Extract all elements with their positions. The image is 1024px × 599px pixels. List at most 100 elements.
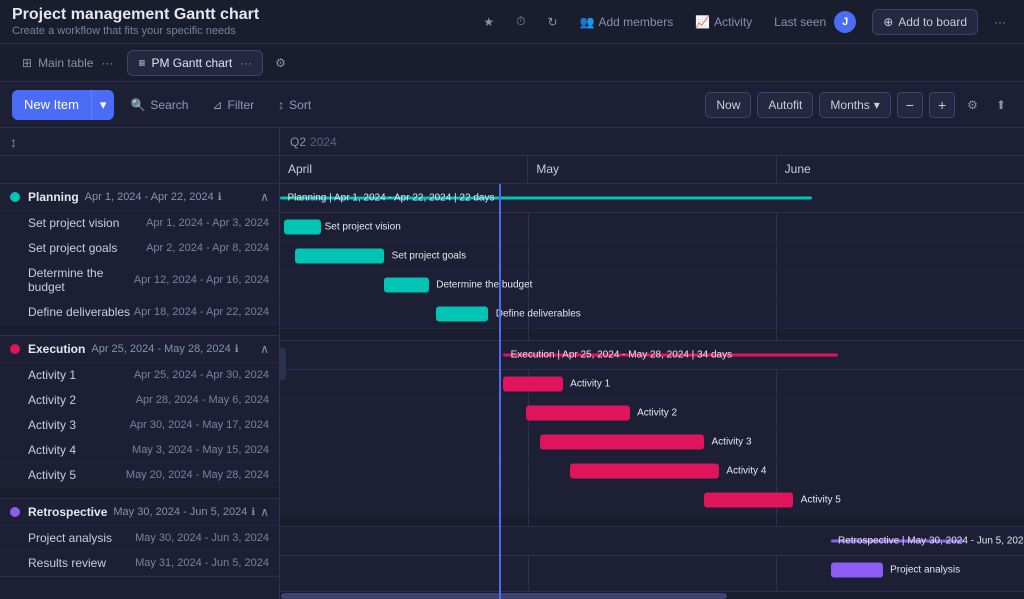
planning-task-3-label: Determine the budget xyxy=(436,280,532,291)
planning-chevron-icon[interactable]: ∧ xyxy=(260,190,269,204)
execution-task-5-row: Activity 5 xyxy=(280,486,1024,515)
execution-task-4-row: Activity 4 xyxy=(280,457,1024,486)
month-april: April xyxy=(280,156,528,183)
pm-gantt-icon: ≡ xyxy=(138,56,145,70)
pm-gantt-dots[interactable]: ··· xyxy=(240,56,252,70)
execution-spacer xyxy=(280,515,1024,527)
collapse-all-icon[interactable]: ↕ xyxy=(10,134,17,150)
planning-task-1-bar[interactable] xyxy=(284,220,321,235)
execution-task-3-bar[interactable] xyxy=(540,435,704,450)
add-members-button[interactable]: 👥 Add members xyxy=(574,11,680,33)
retrospective-task-1-bar[interactable] xyxy=(831,563,883,578)
month-june: June xyxy=(777,156,1024,183)
planning-spacer xyxy=(280,329,1024,341)
activity-icon: 📈 xyxy=(695,15,710,29)
execution-task-5-label: Activity 5 xyxy=(801,495,841,506)
pm-gantt-label: PM Gantt chart xyxy=(151,56,232,70)
task-determine-budget: Determine the budget Apr 12, 2024 - Apr … xyxy=(0,261,279,300)
task-activity-5: Activity 5 May 20, 2024 - May 28, 2024 xyxy=(0,463,279,488)
execution-task-5-bar[interactable] xyxy=(704,493,793,508)
top-bar-right: ★ ⏱ ↻ 👥 Add members 📈 Activity Last seen… xyxy=(477,7,1012,37)
task-dates: Apr 1, 2024 - Apr 3, 2024 xyxy=(146,217,269,229)
execution-group-bar-row: Execution | Apr 25, 2024 - May 28, 2024 … xyxy=(280,341,1024,370)
filter-button[interactable]: ⊿ Filter xyxy=(204,93,262,117)
planning-task-2-bar[interactable] xyxy=(295,249,384,264)
retrospective-task-1-row: Project analysis xyxy=(280,556,1024,585)
task-dates: May 31, 2024 - Jun 5, 2024 xyxy=(135,557,269,569)
zoom-out-button[interactable]: − xyxy=(897,92,923,118)
group-retrospective: Retrospective May 30, 2024 - Jun 5, 2024… xyxy=(0,499,279,577)
more-options-button[interactable]: ··· xyxy=(988,11,1012,33)
execution-task-2-bar[interactable] xyxy=(526,406,630,421)
task-name: Project analysis xyxy=(28,531,135,545)
task-dates: May 20, 2024 - May 28, 2024 xyxy=(126,469,269,481)
execution-chevron-icon[interactable]: ∧ xyxy=(260,342,269,356)
gantt-body: Planning | Apr 1, 2024 - Apr 22, 2024 | … xyxy=(280,184,1024,599)
scrollbar-thumb[interactable] xyxy=(281,593,727,599)
task-activity-1: Activity 1 Apr 25, 2024 - Apr 30, 2024 xyxy=(0,363,279,388)
search-button[interactable]: 🔍 Search xyxy=(122,93,196,117)
planning-task-4-bar[interactable] xyxy=(436,307,488,322)
execution-dot xyxy=(10,344,20,354)
planning-dates: Apr 1, 2024 - Apr 22, 2024 xyxy=(85,191,214,203)
toolbar-left: New Item ▾ 🔍 Search ⊿ Filter ↕ Sort xyxy=(12,90,319,120)
new-item-label[interactable]: New Item xyxy=(12,90,91,119)
panel-collapse-button[interactable]: ‹ xyxy=(280,348,286,380)
group-planning: Planning Apr 1, 2024 - Apr 22, 2024 ℹ ∧ … xyxy=(0,184,279,336)
task-activity-3: Activity 3 Apr 30, 2024 - May 17, 2024 xyxy=(0,413,279,438)
task-name: Determine the budget xyxy=(28,266,134,294)
sort-icon: ↕ xyxy=(278,98,284,112)
timer-button[interactable]: ⏱ xyxy=(510,10,531,33)
execution-task-1-bar[interactable] xyxy=(503,377,563,392)
task-name: Activity 4 xyxy=(28,443,132,457)
new-item-button[interactable]: New Item ▾ xyxy=(12,90,114,120)
task-name: Activity 3 xyxy=(28,418,130,432)
group-execution-row[interactable]: Execution Apr 25, 2024 - May 28, 2024 ℹ … xyxy=(0,336,279,363)
task-dates: Apr 12, 2024 - Apr 16, 2024 xyxy=(134,274,269,286)
month-may: May xyxy=(528,156,776,183)
tab-main-table[interactable]: ⊞ Main table ··· xyxy=(12,51,123,75)
add-to-board-button[interactable]: ⊕ Add to board xyxy=(872,9,978,35)
task-name: Set project goals xyxy=(28,241,146,255)
execution-group-bar-label: Execution | Apr 25, 2024 - May 28, 2024 … xyxy=(511,350,732,361)
group-planning-row[interactable]: Planning Apr 1, 2024 - Apr 22, 2024 ℹ ∧ xyxy=(0,184,279,211)
task-activity-4: Activity 4 May 3, 2024 - May 15, 2024 xyxy=(0,438,279,463)
planning-task-2-label: Set project goals xyxy=(392,251,467,262)
scrollbar-track[interactable] xyxy=(280,591,1024,599)
activity-button[interactable]: 📈 Activity xyxy=(689,11,758,33)
title-area: Project management Gantt chart Create a … xyxy=(12,6,259,37)
today-line xyxy=(499,184,501,599)
now-button[interactable]: Now xyxy=(705,92,751,118)
retrospective-chevron-icon[interactable]: ∧ xyxy=(260,505,269,519)
star-button[interactable]: ★ xyxy=(477,11,500,33)
execution-task-4-bar[interactable] xyxy=(570,464,719,479)
gantt-settings-button[interactable]: ⚙ xyxy=(961,94,984,116)
avatar: J xyxy=(834,11,856,33)
export-button[interactable]: ⬆ xyxy=(990,94,1012,116)
new-item-dropdown-arrow[interactable]: ▾ xyxy=(91,90,115,120)
refresh-button[interactable]: ↻ xyxy=(541,11,563,33)
sort-button[interactable]: ↕ Sort xyxy=(270,93,319,117)
planning-task-4-label: Define deliverables xyxy=(496,309,581,320)
planning-title: Planning xyxy=(28,190,79,204)
execution-task-2-row: Activity 2 xyxy=(280,399,1024,428)
task-set-project-vision: Set project vision Apr 1, 2024 - Apr 3, … xyxy=(0,211,279,236)
settings-icon[interactable]: ⚙ xyxy=(275,56,286,70)
last-seen: Last seen J xyxy=(768,7,862,37)
quarter-label: Q2 xyxy=(290,135,306,149)
task-project-analysis: Project analysis May 30, 2024 - Jun 3, 2… xyxy=(0,526,279,551)
autofit-button[interactable]: Autofit xyxy=(757,92,813,118)
retrospective-group-bar-label: Retrospective | May 30, 2024 - Jun 5, 20… xyxy=(838,536,1024,547)
retrospective-title: Retrospective xyxy=(28,505,107,519)
task-dates: May 3, 2024 - May 15, 2024 xyxy=(132,444,269,456)
top-bar: Project management Gantt chart Create a … xyxy=(0,0,1024,44)
retrospective-task-1-label: Project analysis xyxy=(890,565,960,576)
planning-task-3-bar[interactable] xyxy=(384,278,429,293)
right-panel: Q2 2024 April May June xyxy=(280,128,1024,599)
group-retrospective-row[interactable]: Retrospective May 30, 2024 - Jun 5, 2024… xyxy=(0,499,279,526)
zoom-in-button[interactable]: + xyxy=(929,92,955,118)
filter-icon: ⊿ xyxy=(212,98,222,112)
months-dropdown[interactable]: Months ▾ xyxy=(819,92,890,118)
tab-pm-gantt[interactable]: ≡ PM Gantt chart ··· xyxy=(127,50,263,76)
main-table-dots[interactable]: ··· xyxy=(101,56,113,70)
